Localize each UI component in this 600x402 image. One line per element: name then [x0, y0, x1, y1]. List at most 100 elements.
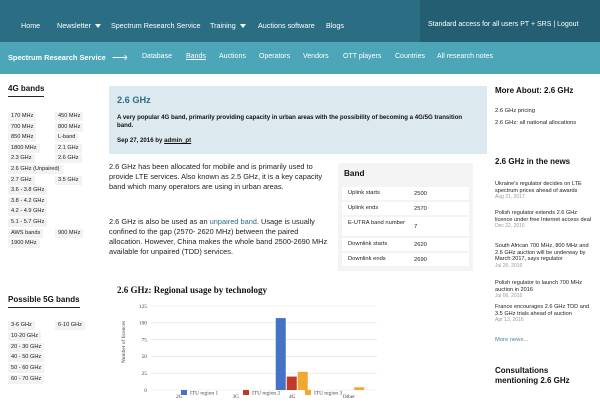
y-tick-label: 0	[144, 388, 147, 394]
band-chip[interactable]: 2.6 GHz (Unpaired)	[8, 165, 63, 174]
page-title: 2.6 GHz	[117, 95, 151, 105]
legend-swatch	[305, 390, 311, 395]
y-tick-label: 125	[139, 304, 147, 310]
band-chip[interactable]: 5.1 - 5.7 GHz	[8, 218, 48, 227]
band-chip[interactable]: 850 MHz	[8, 133, 37, 143]
subnav-database[interactable]: Database	[142, 53, 172, 60]
subnav-vendors[interactable]: Vendors	[303, 53, 329, 60]
band-chip[interactable]: L-band	[55, 133, 79, 143]
band-chip[interactable]: 450 MHz	[55, 112, 84, 121]
band-chip[interactable]: 900 MHz	[55, 228, 84, 238]
subnav-all-research-notes[interactable]: All research notes	[437, 53, 493, 60]
subnav-bands[interactable]: Bands	[186, 53, 206, 60]
news-date: Aug 21, 2017	[495, 194, 525, 200]
subnav-ott-players[interactable]: OTT players	[343, 53, 381, 60]
subnav-operators[interactable]: Operators	[259, 53, 290, 60]
nav-auctions-software[interactable]: Auctions software	[258, 21, 315, 30]
table-key: Downlink ends	[348, 256, 386, 262]
table-value: 2500	[414, 191, 427, 197]
band-chip[interactable]: 4.2 - 4.9 GHz	[8, 207, 48, 217]
bar-4g-2	[286, 376, 297, 390]
unpaired-band-link[interactable]: unpaired band	[210, 217, 257, 226]
news-title: Polish regulator to launch 700 MHz aucti…	[495, 280, 583, 293]
chart-canvas: Number of licences02550751001252G 3G 4G Oth…	[120, 304, 377, 398]
legend-label: ITU region 2	[252, 391, 280, 397]
legend-swatch	[181, 390, 187, 395]
band-chip[interactable]: 2.6 GHz	[55, 154, 82, 164]
top-navigation-bar: Home Newsletter Spectrum Research Servic…	[0, 0, 600, 42]
nav-training-label: Training	[210, 21, 236, 30]
more-news-link[interactable]: More news...	[495, 337, 528, 343]
bar-4g-3	[297, 371, 308, 390]
table-value: 7	[414, 224, 418, 230]
fiveg-band-chip[interactable]: 6-10 GHz	[55, 321, 85, 330]
fiveg-band-chip[interactable]: 3-6 GHz	[8, 321, 35, 330]
news-item[interactable]: Ukraine's regulator decides on LTE spect…	[495, 181, 595, 201]
allocations-link[interactable]: 2.6 GHz: all national allocations	[495, 120, 585, 127]
nav-blogs[interactable]: Blogs	[326, 21, 344, 30]
srs-brand-link[interactable]: Spectrum Research Service	[8, 53, 106, 62]
table-key: Uplink starts	[348, 190, 380, 196]
fiveg-band-chip[interactable]: 40 - 50 GHz	[8, 353, 45, 363]
table-row: Uplink ends 2570	[342, 202, 469, 216]
x-tick-label: 3G	[232, 394, 239, 398]
band-chip[interactable]: 3.6 - 3.8 GHz	[8, 186, 48, 196]
band-chip[interactable]: 800 MHz	[55, 122, 84, 132]
bar-other-3	[354, 387, 365, 390]
fiveg-band-chip[interactable]: 20 - 30 GHz	[8, 342, 45, 352]
band-chip[interactable]: 170 MHz	[8, 112, 37, 121]
band-info-table: Band Uplink starts 2500 Uplink ends 2570 E…	[338, 163, 473, 271]
y-tick-label: 50	[142, 354, 148, 360]
band-chip[interactable]: 1800 MHz	[8, 143, 40, 153]
band-chip[interactable]: AWS bands	[8, 228, 44, 238]
band-chip[interactable]: 3.8 - 4.2 GHz	[8, 196, 48, 206]
news-date: Apr 13, 2016	[495, 317, 524, 323]
legend-label: ITU region 1	[190, 391, 218, 397]
table-key: Uplink ends	[348, 205, 379, 211]
table-row: E-UTRA band number 7	[342, 217, 469, 237]
news-title: South African 700 MHz, 800 MHz and 2.6 G…	[495, 243, 589, 262]
y-tick-label: 75	[142, 337, 148, 343]
news-item[interactable]: Polish regulator extends 2.6 GHz licence…	[495, 210, 595, 230]
subnav-countries[interactable]: Countries	[395, 53, 425, 60]
table-row: Downlink starts 2620	[342, 238, 469, 252]
news-item[interactable]: Polish regulator to launch 700 MHz aucti…	[495, 280, 595, 300]
table-key: E-UTRA band number	[348, 220, 406, 226]
fiveg-band-chip[interactable]: 60 - 70 GHz	[8, 375, 45, 384]
nav-newsletter[interactable]: Newsletter	[57, 21, 101, 30]
post-date: Sep 27, 2016 by	[117, 137, 165, 144]
table-value: 2620	[414, 242, 427, 248]
more-about-heading: More About: 2.6 GHz	[495, 86, 574, 95]
subnav-auctions[interactable]: Auctions	[219, 53, 246, 60]
band-chip[interactable]: 1900 MHz	[8, 239, 40, 249]
access-logout-link[interactable]: Standard access for all users PT + SRS |…	[428, 21, 579, 28]
nav-training[interactable]: Training	[210, 21, 246, 30]
x-tick-label: 4G	[289, 394, 296, 398]
news-heading: 2.6 GHz in the news	[495, 157, 571, 166]
nav-spectrum-research-service[interactable]: Spectrum Research Service	[111, 21, 200, 30]
fiveg-band-chip[interactable]: 10-20 GHz	[8, 331, 42, 341]
band-chip[interactable]: 2.7 GHz	[8, 175, 35, 185]
regional-usage-chart: 2.6 GHz: Regional usage by technology Nu…	[109, 280, 487, 398]
pricing-link[interactable]: 2.6 GHz pricing	[495, 108, 535, 115]
y-tick-label: 100	[139, 321, 147, 327]
fiveg-band-chip[interactable]: 50 - 60 GHz	[8, 364, 45, 374]
band-chip[interactable]: 2.1 GHz	[55, 143, 82, 153]
body-paragraph-2: 2.6 GHz is also be used as an unpaired b…	[109, 217, 331, 257]
band-chip[interactable]: 3.5 GHz	[55, 175, 82, 185]
y-axis-label: Number of licences	[120, 321, 127, 363]
nav-newsletter-label: Newsletter	[57, 21, 91, 30]
bar-4g-1	[275, 318, 286, 390]
table-value: 2570	[414, 206, 427, 212]
nav-home[interactable]: Home	[21, 21, 40, 30]
news-item[interactable]: South African 700 MHz, 800 MHz and 2.6 G…	[495, 243, 595, 269]
post-meta: Sep 27, 2016 by admin_pt	[117, 137, 191, 144]
news-date: Jul 06, 2016	[495, 293, 523, 299]
band-chip[interactable]: 700 MHz	[8, 122, 37, 132]
news-item[interactable]: France encourages 2.6 GHz TDD and 3.5 GH…	[495, 304, 595, 324]
band-chip[interactable]: 2.3 GHz	[8, 154, 35, 164]
author-link[interactable]: admin_pt	[164, 137, 191, 144]
x-tick-label: Other	[343, 394, 355, 398]
y-tick-label: 25	[142, 371, 148, 377]
chevron-down-icon	[239, 24, 246, 29]
